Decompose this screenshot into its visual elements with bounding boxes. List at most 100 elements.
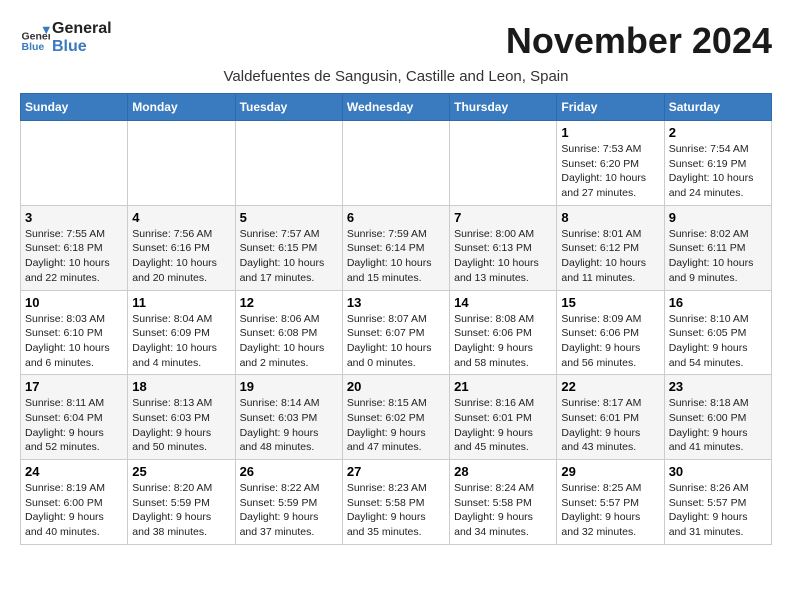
day-info: Sunrise: 8:03 AMSunset: 6:10 PMDaylight:… <box>25 312 123 371</box>
weekday-header-thursday: Thursday <box>450 94 557 121</box>
day-number: 5 <box>240 210 338 225</box>
calendar-cell-w3d4: 21 Sunrise: 8:16 AMSunset: 6:01 PMDayligh… <box>450 375 557 460</box>
day-number: 21 <box>454 379 552 394</box>
calendar-cell-w1d3: 6Sunrise: 7:59 AMSunset: 6:14 PMDaylight… <box>342 205 449 290</box>
calendar-cell-w3d3: 20 Sunrise: 8:15 AMSunset: 6:02 PMDayligh… <box>342 375 449 460</box>
calendar-cell-w0d5: 1 Sunrise: 7:53 AMSunset: 6:20 PMDaylight… <box>557 121 664 206</box>
logo-general: General <box>52 20 112 38</box>
calendar-cell-w3d1: 18 Sunrise: 8:13 AMSunset: 6:03 PMDayligh… <box>128 375 235 460</box>
day-number: 15 <box>561 295 659 310</box>
weekday-header-saturday: Saturday <box>664 94 771 121</box>
day-info: Sunrise: 7:53 AMSunset: 6:20 PMDaylight:… <box>561 142 659 201</box>
weekday-header-sunday: Sunday <box>21 94 128 121</box>
calendar-cell-w1d0: 3 Sunrise: 7:55 AMSunset: 6:18 PMDaylight… <box>21 205 128 290</box>
day-info: Sunrise: 8:14 AMSunset: 6:03 PMDaylight:… <box>240 396 338 455</box>
day-number: 18 <box>132 379 230 394</box>
day-number: 12 <box>240 295 338 310</box>
day-number: 29 <box>561 464 659 479</box>
calendar-cell-w1d5: 8Sunrise: 8:01 AMSunset: 6:12 PMDaylight… <box>557 205 664 290</box>
calendar-table: SundayMondayTuesdayWednesdayThursdayFrid… <box>20 93 772 545</box>
day-info: Sunrise: 8:25 AMSunset: 5:57 PMDaylight:… <box>561 481 659 540</box>
calendar-cell-w4d1: 25 Sunrise: 8:20 AMSunset: 5:59 PMDayligh… <box>128 460 235 545</box>
calendar-cell-w2d4: 14 Sunrise: 8:08 AMSunset: 6:06 PMDayligh… <box>450 290 557 375</box>
svg-text:Blue: Blue <box>22 41 45 53</box>
day-info: Sunrise: 8:02 AMSunset: 6:11 PMDaylight:… <box>669 227 767 286</box>
day-info: Sunrise: 8:24 AMSunset: 5:58 PMDaylight:… <box>454 481 552 540</box>
day-number: 14 <box>454 295 552 310</box>
calendar-cell-w1d2: 5 Sunrise: 7:57 AMSunset: 6:15 PMDaylight… <box>235 205 342 290</box>
calendar-cell-w2d6: 16 Sunrise: 8:10 AMSunset: 6:05 PMDayligh… <box>664 290 771 375</box>
day-info: Sunrise: 7:56 AMSunset: 6:16 PMDaylight:… <box>132 227 230 286</box>
calendar-cell-w1d4: 7Sunrise: 8:00 AMSunset: 6:13 PMDaylight… <box>450 205 557 290</box>
day-number: 6 <box>347 210 445 225</box>
day-number: 27 <box>347 464 445 479</box>
weekday-header-tuesday: Tuesday <box>235 94 342 121</box>
day-number: 24 <box>25 464 123 479</box>
day-number: 20 <box>347 379 445 394</box>
day-info: Sunrise: 8:19 AMSunset: 6:00 PMDaylight:… <box>25 481 123 540</box>
day-info: Sunrise: 8:26 AMSunset: 5:57 PMDaylight:… <box>669 481 767 540</box>
calendar-cell-w0d3 <box>342 121 449 206</box>
calendar-cell-w2d2: 12 Sunrise: 8:06 AMSunset: 6:08 PMDayligh… <box>235 290 342 375</box>
calendar-cell-w1d6: 9 Sunrise: 8:02 AMSunset: 6:11 PMDaylight… <box>664 205 771 290</box>
calendar-cell-w0d0 <box>21 121 128 206</box>
day-info: Sunrise: 8:20 AMSunset: 5:59 PMDaylight:… <box>132 481 230 540</box>
calendar-cell-w4d3: 27 Sunrise: 8:23 AMSunset: 5:58 PMDayligh… <box>342 460 449 545</box>
day-number: 9 <box>669 210 767 225</box>
day-info: Sunrise: 8:16 AMSunset: 6:01 PMDaylight:… <box>454 396 552 455</box>
logo-blue: Blue <box>52 38 112 56</box>
calendar-cell-w0d4 <box>450 121 557 206</box>
day-number: 1 <box>561 125 659 140</box>
calendar-cell-w2d3: 13 Sunrise: 8:07 AMSunset: 6:07 PMDayligh… <box>342 290 449 375</box>
calendar-cell-w4d5: 29 Sunrise: 8:25 AMSunset: 5:57 PMDayligh… <box>557 460 664 545</box>
day-number: 22 <box>561 379 659 394</box>
day-info: Sunrise: 8:10 AMSunset: 6:05 PMDaylight:… <box>669 312 767 371</box>
weekday-header-friday: Friday <box>557 94 664 121</box>
day-number: 28 <box>454 464 552 479</box>
day-info: Sunrise: 8:11 AMSunset: 6:04 PMDaylight:… <box>25 396 123 455</box>
weekday-header-wednesday: Wednesday <box>342 94 449 121</box>
day-info: Sunrise: 8:06 AMSunset: 6:08 PMDaylight:… <box>240 312 338 371</box>
day-number: 26 <box>240 464 338 479</box>
day-number: 4 <box>132 210 230 225</box>
day-info: Sunrise: 7:55 AMSunset: 6:18 PMDaylight:… <box>25 227 123 286</box>
logo: General Blue General Blue <box>20 20 112 55</box>
day-number: 17 <box>25 379 123 394</box>
day-number: 13 <box>347 295 445 310</box>
day-info: Sunrise: 8:18 AMSunset: 6:00 PMDaylight:… <box>669 396 767 455</box>
day-number: 11 <box>132 295 230 310</box>
day-number: 30 <box>669 464 767 479</box>
day-number: 25 <box>132 464 230 479</box>
day-info: Sunrise: 8:09 AMSunset: 6:06 PMDaylight:… <box>561 312 659 371</box>
calendar-cell-w0d1 <box>128 121 235 206</box>
day-info: Sunrise: 8:22 AMSunset: 5:59 PMDaylight:… <box>240 481 338 540</box>
day-info: Sunrise: 8:17 AMSunset: 6:01 PMDaylight:… <box>561 396 659 455</box>
day-number: 16 <box>669 295 767 310</box>
day-number: 2 <box>669 125 767 140</box>
calendar-cell-w3d5: 22 Sunrise: 8:17 AMSunset: 6:01 PMDayligh… <box>557 375 664 460</box>
day-info: Sunrise: 8:13 AMSunset: 6:03 PMDaylight:… <box>132 396 230 455</box>
day-info: Sunrise: 8:08 AMSunset: 6:06 PMDaylight:… <box>454 312 552 371</box>
day-info: Sunrise: 7:54 AMSunset: 6:19 PMDaylight:… <box>669 142 767 201</box>
day-info: Sunrise: 8:23 AMSunset: 5:58 PMDaylight:… <box>347 481 445 540</box>
day-number: 10 <box>25 295 123 310</box>
calendar-cell-w4d0: 24 Sunrise: 8:19 AMSunset: 6:00 PMDayligh… <box>21 460 128 545</box>
month-year-title: November 2024 <box>506 20 772 62</box>
calendar-cell-w2d0: 10 Sunrise: 8:03 AMSunset: 6:10 PMDayligh… <box>21 290 128 375</box>
logo-icon: General Blue <box>20 23 50 53</box>
day-number: 3 <box>25 210 123 225</box>
calendar-cell-w0d6: 2 Sunrise: 7:54 AMSunset: 6:19 PMDaylight… <box>664 121 771 206</box>
calendar-cell-w3d0: 17 Sunrise: 8:11 AMSunset: 6:04 PMDayligh… <box>21 375 128 460</box>
calendar-cell-w2d1: 11Sunrise: 8:04 AMSunset: 6:09 PMDayligh… <box>128 290 235 375</box>
day-number: 23 <box>669 379 767 394</box>
calendar-cell-w1d1: 4 Sunrise: 7:56 AMSunset: 6:16 PMDaylight… <box>128 205 235 290</box>
calendar-cell-w4d4: 28 Sunrise: 8:24 AMSunset: 5:58 PMDayligh… <box>450 460 557 545</box>
day-info: Sunrise: 8:00 AMSunset: 6:13 PMDaylight:… <box>454 227 552 286</box>
day-info: Sunrise: 8:15 AMSunset: 6:02 PMDaylight:… <box>347 396 445 455</box>
day-info: Sunrise: 8:01 AMSunset: 6:12 PMDaylight:… <box>561 227 659 286</box>
day-info: Sunrise: 8:07 AMSunset: 6:07 PMDaylight:… <box>347 312 445 371</box>
calendar-cell-w4d6: 30 Sunrise: 8:26 AMSunset: 5:57 PMDayligh… <box>664 460 771 545</box>
location-title: Valdefuentes de Sangusin, Castille and L… <box>20 68 772 85</box>
day-info: Sunrise: 7:57 AMSunset: 6:15 PMDaylight:… <box>240 227 338 286</box>
weekday-header-monday: Monday <box>128 94 235 121</box>
